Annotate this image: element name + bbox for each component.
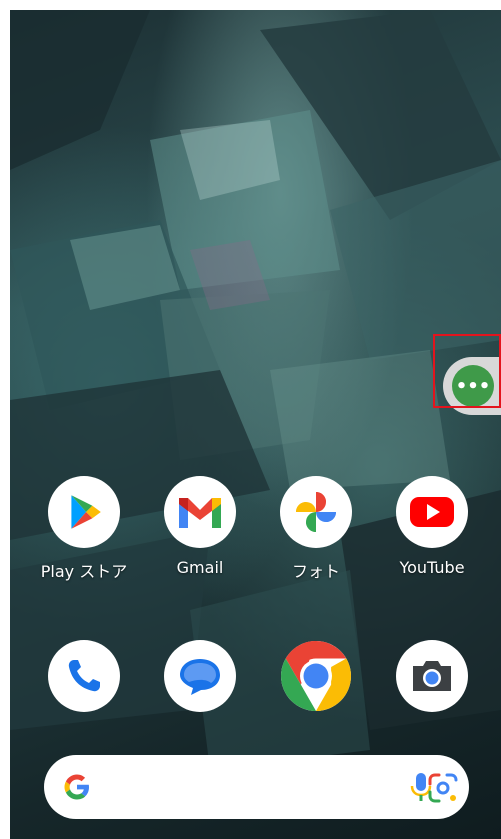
google-g-icon <box>64 774 89 800</box>
home-screen: Play ストア Gmail フォト YouTube <box>10 10 501 839</box>
highlight-box <box>433 334 501 408</box>
youtube-icon <box>396 476 468 548</box>
gmail-icon <box>164 476 236 548</box>
wallpaper <box>10 10 501 770</box>
phone-icon <box>48 640 120 712</box>
google-lens-icon[interactable] <box>426 772 460 804</box>
dock-messages[interactable] <box>155 640 245 712</box>
app-play-store[interactable]: Play ストア <box>39 476 129 582</box>
chrome-icon <box>280 640 352 712</box>
app-youtube[interactable]: YouTube <box>387 476 477 577</box>
app-label: Play ストア <box>40 562 128 581</box>
dock-chrome[interactable] <box>271 640 361 712</box>
app-photos[interactable]: フォト <box>271 476 361 582</box>
camera-icon <box>396 640 468 712</box>
app-gmail[interactable]: Gmail <box>155 476 245 577</box>
play-store-icon <box>48 476 120 548</box>
app-label: フォト <box>291 562 340 581</box>
dock-phone[interactable] <box>39 640 129 712</box>
app-label: YouTube <box>399 558 465 577</box>
photos-icon <box>280 476 352 548</box>
search-bar[interactable] <box>44 755 469 819</box>
app-label: Gmail <box>176 558 224 577</box>
dock-camera[interactable] <box>387 640 477 712</box>
messages-icon <box>164 640 236 712</box>
